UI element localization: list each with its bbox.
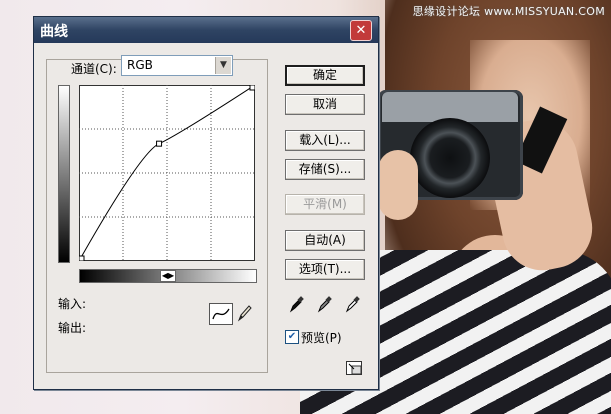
cancel-button[interactable]: 取消 [285,94,365,115]
curve-control-point[interactable] [79,255,85,261]
expand-view-icon[interactable] [346,361,362,375]
dialog-title: 曲线 [40,24,68,40]
save-button[interactable]: 存储(S)... [285,159,365,180]
channel-label: 通道(C): [71,62,117,76]
preview-label: 预览(P) [301,331,342,345]
channel-select[interactable]: RGB ▼ [121,55,233,76]
black-eyedropper-icon[interactable] [289,295,305,313]
curves-dialog: 曲线 ✕ 通道(C): RGB ▼ ◀▶ 输入: 输出: 确定 取消 载入(L)… [33,16,379,390]
checkmark-icon[interactable]: ✔ [285,330,299,344]
options-button[interactable]: 选项(T)... [285,259,365,280]
auto-button[interactable]: 自动(A) [285,230,365,251]
channel-value: RGB [127,58,153,72]
pencil-icon[interactable] [236,303,252,323]
output-gradient-bar [58,85,70,263]
gray-eyedropper-icon[interactable] [317,295,333,313]
white-eyedropper-icon[interactable] [345,295,361,313]
curve-tool-icon[interactable] [209,303,233,325]
input-gradient-bar: ◀▶ [79,269,257,283]
ok-button[interactable]: 确定 [285,65,365,86]
gradient-toggle-icon[interactable]: ◀▶ [160,270,176,282]
close-button[interactable]: ✕ [350,20,372,41]
title-bar[interactable]: 曲线 ✕ [34,17,378,43]
load-button[interactable]: 载入(L)... [285,130,365,151]
curve-control-point[interactable] [249,85,255,91]
smooth-button[interactable]: 平滑(M) [285,194,365,215]
curve-control-point[interactable] [156,140,163,147]
input-label: 输入: [58,297,87,311]
output-label: 输出: [58,321,87,335]
watermark-text: 思缘设计论坛 www.MISSYUAN.COM [412,5,605,18]
curve-graph[interactable] [79,85,255,261]
chevron-down-icon[interactable]: ▼ [215,57,231,74]
